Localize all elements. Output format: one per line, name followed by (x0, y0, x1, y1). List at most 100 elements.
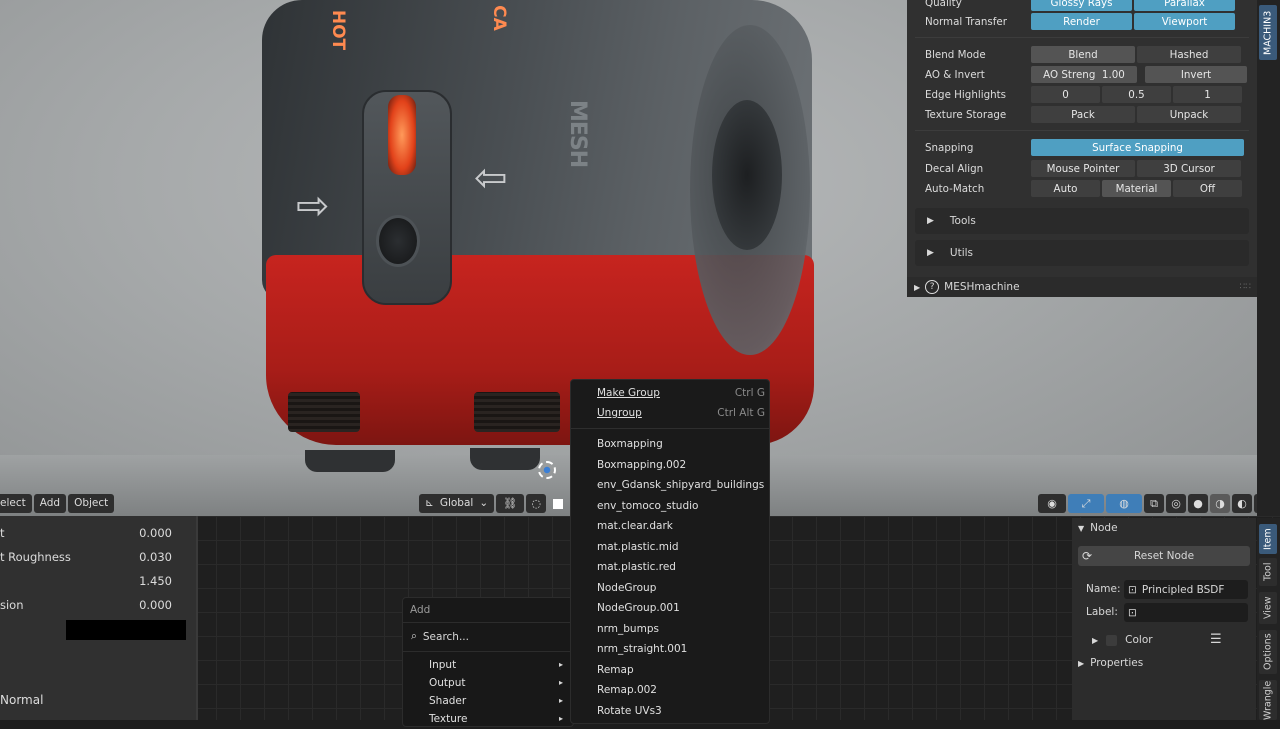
auto-match-material[interactable]: Material (1102, 180, 1171, 197)
auto-match-off[interactable]: Off (1173, 180, 1242, 197)
socket-value[interactable]: 1.450 (139, 574, 172, 588)
texture-storage-cells: Pack Unpack (1031, 106, 1241, 123)
blend-mode-blend[interactable]: Blend (1031, 46, 1135, 63)
edge-highlight-05[interactable]: 0.5 (1102, 86, 1171, 103)
row-normal-transfer: Normal Transfer (925, 13, 1007, 30)
menu-object[interactable]: Object (68, 494, 115, 513)
xray-icon[interactable]: ⧉ (1144, 494, 1164, 513)
row-label: Quality (925, 0, 962, 9)
quality-parallax[interactable]: Parallax (1134, 0, 1235, 11)
invert-button[interactable]: Invert (1145, 66, 1247, 83)
gizmo-icon[interactable]: ⤢ (1068, 494, 1104, 513)
list-icon[interactable]: ☰ (1210, 632, 1222, 647)
group-item[interactable]: Boxmapping (597, 434, 663, 454)
menu-item-input[interactable]: Input (429, 655, 456, 675)
overlay-icon[interactable]: ◍ (1106, 494, 1142, 513)
tab-tool[interactable]: Tool (1259, 558, 1277, 586)
menu-add[interactable]: Add (33, 494, 67, 513)
add-menu-title: Add (410, 604, 431, 616)
tab-wrangler[interactable]: Wrangler (1259, 680, 1277, 720)
meshmachine-panel-header[interactable]: ▶ ? MESHmachine ∷∷ (907, 277, 1257, 297)
group-item[interactable]: mat.plastic.red (597, 557, 676, 577)
color-swatch[interactable] (66, 620, 186, 640)
search-icon: ⌕ (411, 630, 417, 642)
menu-select[interactable]: elect (0, 494, 32, 513)
material-icon[interactable]: ◑ (1210, 494, 1230, 513)
tools-subpanel[interactable]: ▶ Tools (915, 208, 1249, 234)
properties-subpanel[interactable]: ▶ Properties (1078, 657, 1143, 669)
socket-value[interactable]: 0.030 (139, 550, 172, 564)
node-icon: ⊡ (1128, 583, 1137, 596)
tab-options[interactable]: Options (1259, 630, 1277, 674)
color-subpanel[interactable]: ▶ Color (1092, 634, 1153, 646)
auto-match-auto[interactable]: Auto (1031, 180, 1100, 197)
node-sidebar-tabs: Item Tool View Options Wrangler (1257, 518, 1280, 720)
ao-strength-field[interactable]: AO Streng 1.00 (1031, 66, 1137, 83)
menu-item-texture[interactable]: Texture (429, 709, 467, 729)
texture-unpack[interactable]: Unpack (1137, 106, 1241, 123)
edge-highlight-0[interactable]: 0 (1031, 86, 1100, 103)
menu-item-output[interactable]: Output (429, 673, 465, 693)
group-item[interactable]: Rotate UVs3 (597, 701, 662, 721)
node-section-header[interactable]: ▼ Node (1078, 522, 1118, 534)
refresh-icon: ⟳ (1082, 549, 1093, 563)
group-item[interactable]: nrm_bumps (597, 619, 659, 639)
node-label-field[interactable]: ⊡ (1124, 603, 1248, 622)
tab-item[interactable]: Item (1259, 524, 1277, 554)
group-item[interactable]: mat.clear.dark (597, 516, 673, 536)
rendered-icon[interactable]: ◐ (1232, 494, 1252, 513)
node-socket-row[interactable]: t Roughness 0.030 (0, 547, 180, 567)
group-item[interactable]: NodeGroup (597, 578, 656, 598)
node-socket-row[interactable]: 1.450 (0, 571, 180, 591)
group-item[interactable]: env_tomoco_studio (597, 496, 698, 516)
group-item[interactable]: env_Gdansk_shipyard_buildings (597, 475, 764, 495)
group-item[interactable]: Remap.002 (597, 680, 657, 700)
tab-view[interactable]: View (1259, 592, 1277, 624)
align-mouse-pointer[interactable]: Mouse Pointer (1031, 160, 1135, 177)
visibility-icon[interactable]: ◉ (1038, 494, 1066, 513)
divider (403, 651, 573, 652)
group-item[interactable]: mat.plastic.mid (597, 537, 679, 557)
menu-item-shader[interactable]: Shader (429, 691, 466, 711)
wireframe-icon[interactable]: ◎ (1166, 494, 1186, 513)
color-checkbox[interactable] (1106, 634, 1118, 646)
row-edge-highlights: Edge Highlights (925, 86, 1006, 103)
3d-cursor-icon[interactable] (538, 461, 556, 479)
group-item[interactable]: nrm_straight.001 (597, 639, 687, 659)
node-socket-row[interactable]: sion 0.000 (0, 595, 180, 615)
orientation-icon: ⊾ (425, 497, 434, 509)
group-item[interactable]: NodeGroup.001 (597, 598, 680, 618)
utils-subpanel[interactable]: ▶ Utils (915, 240, 1249, 266)
link-icon: ⛓ (503, 497, 518, 510)
row-snapping: Snapping (925, 139, 973, 156)
quality-glossy-rays[interactable]: Glossy Rays (1031, 0, 1132, 11)
snap-toggle[interactable] (548, 494, 568, 513)
texture-pack[interactable]: Pack (1031, 106, 1135, 123)
node-sidebar: ▼ Node ⟳ Reset Node Name: ⊡ Principled BSDF… (1072, 518, 1256, 720)
align-3d-cursor[interactable]: 3D Cursor (1137, 160, 1241, 177)
tab-machin3[interactable]: MACHIN3 (1259, 5, 1277, 60)
node-socket-row[interactable]: t 0.000 (0, 523, 180, 543)
reset-node-button[interactable]: ⟳ Reset Node (1078, 546, 1250, 566)
socket-value[interactable]: 0.000 (139, 526, 172, 540)
row-label: Decal Align (925, 162, 984, 175)
orientation-dropdown[interactable]: ⊾ Global ⌄ (419, 494, 495, 513)
drag-handle-icon[interactable]: ∷∷ (1240, 282, 1251, 292)
normal-transfer-render[interactable]: Render (1031, 13, 1132, 30)
collapse-triangle-icon: ▼ (1078, 523, 1085, 533)
normal-transfer-viewport[interactable]: Viewport (1134, 13, 1235, 30)
socket-value[interactable]: 0.000 (139, 598, 172, 612)
model-arrow-left-icon: ⇦ (474, 155, 508, 201)
principled-bsdf-node[interactable]: t 0.000 t Roughness 0.030 1.450 sion 0.000 … (0, 516, 198, 720)
group-item[interactable]: Remap (597, 660, 634, 680)
pivot-dropdown[interactable]: ⛓ (496, 494, 525, 513)
node-name-field[interactable]: ⊡ Principled BSDF (1124, 580, 1248, 599)
blend-mode-hashed[interactable]: Hashed (1137, 46, 1241, 63)
edge-highlight-1[interactable]: 1 (1173, 86, 1242, 103)
search-item[interactable]: ⌕ Search... (411, 630, 469, 643)
snap-icon[interactable]: ◌ (526, 494, 547, 513)
group-item[interactable]: Boxmapping.002 (597, 455, 686, 475)
solid-icon[interactable]: ● (1188, 494, 1208, 513)
surface-snapping-toggle[interactable]: Surface Snapping (1031, 139, 1244, 156)
search-label: Search... (422, 630, 469, 643)
